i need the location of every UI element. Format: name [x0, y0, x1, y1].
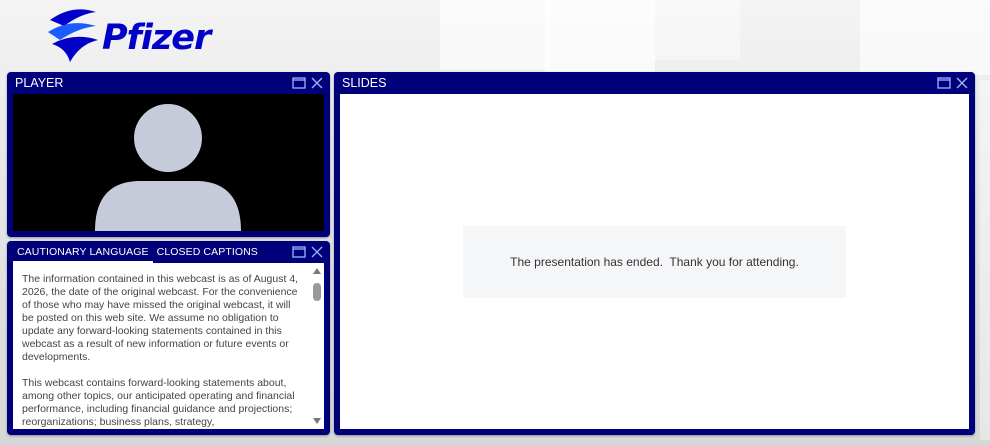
slide-viewer: The presentation has ended. Thank you fo…: [340, 94, 969, 429]
tab-closed-captions[interactable]: CLOSED CAPTIONS: [153, 241, 262, 263]
cautionary-paragraph: This webcast contains forward-looking st…: [22, 377, 295, 428]
info-controls: [292, 245, 324, 259]
scroll-down-icon[interactable]: [313, 418, 321, 424]
player-header: PLAYER: [7, 72, 330, 94]
info-panel: CAUTIONARY LANGUAGE CLOSED CAPTIONS The …: [7, 241, 330, 435]
maximize-icon[interactable]: [937, 76, 951, 90]
maximize-icon[interactable]: [292, 76, 306, 90]
player-panel: PLAYER: [7, 72, 330, 237]
logo-text: Pfizer: [102, 18, 211, 58]
close-icon[interactable]: [310, 245, 324, 259]
close-icon[interactable]: [310, 76, 324, 90]
close-icon[interactable]: [955, 76, 969, 90]
scrollbar[interactable]: [310, 263, 324, 429]
scroll-up-icon[interactable]: [313, 268, 321, 274]
pfizer-logo-icon: [48, 9, 98, 62]
info-tabs: CAUTIONARY LANGUAGE CLOSED CAPTIONS: [7, 241, 330, 263]
player-title: PLAYER: [15, 76, 64, 90]
player-controls: [292, 76, 324, 90]
presentation-ended-message: The presentation has ended. Thank you fo…: [463, 226, 846, 298]
cautionary-content: The information contained in this webcas…: [13, 263, 324, 429]
slides-panel: SLIDES The presentation has ended. Thank…: [334, 72, 975, 435]
tab-cautionary-language[interactable]: CAUTIONARY LANGUAGE: [13, 241, 153, 263]
scroll-thumb[interactable]: [313, 283, 321, 301]
video-area[interactable]: [13, 94, 324, 231]
cautionary-paragraph: The information contained in this webcas…: [22, 273, 299, 363]
maximize-icon[interactable]: [292, 245, 306, 259]
slides-header: SLIDES: [334, 72, 975, 94]
slides-title: SLIDES: [342, 76, 387, 90]
slides-controls: [937, 76, 969, 90]
pfizer-logo: Pfizer: [44, 4, 214, 68]
cautionary-text: The information contained in this webcas…: [22, 273, 302, 429]
avatar-placeholder-icon: [95, 104, 241, 231]
